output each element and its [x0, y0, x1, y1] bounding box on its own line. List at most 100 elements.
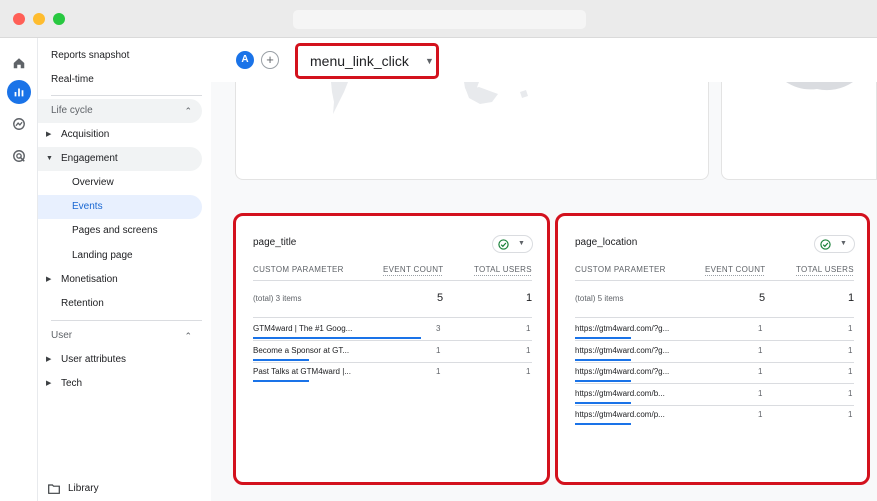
- share-bar: [253, 337, 421, 339]
- caret-right-icon: ▶: [46, 356, 52, 363]
- event-count-value: 3: [436, 324, 441, 333]
- sidebar-section-label: User: [51, 330, 73, 341]
- map-card: [235, 82, 709, 180]
- table-divider: [575, 317, 854, 318]
- total-users: 1: [848, 292, 855, 304]
- table-row[interactable]: Become a Sponsor at GT... 1 1: [253, 341, 532, 362]
- share-bar: [575, 337, 631, 339]
- total-event-count: 5: [759, 292, 766, 304]
- close-window-button[interactable]: [13, 13, 25, 25]
- maximize-window-button[interactable]: [53, 13, 65, 25]
- total-users-value: 1: [848, 388, 853, 398]
- column-header-parameter[interactable]: CUSTOM PARAMETER: [253, 265, 344, 274]
- column-header-event-count[interactable]: EVENT COUNT: [383, 265, 444, 274]
- sidebar-item-events[interactable]: Events: [38, 195, 202, 219]
- total-users-value: 1: [848, 410, 853, 419]
- table-divider: [253, 317, 532, 318]
- table-divider: [575, 280, 854, 281]
- sidebar-item-library[interactable]: Library: [48, 483, 99, 494]
- window-titlebar: [0, 0, 877, 38]
- table-divider: [253, 280, 532, 281]
- sidebar-item-monetisation[interactable]: ▶ Monetisation: [38, 268, 202, 292]
- table-row[interactable]: https://gtm4ward.com/?g... 1 1: [575, 362, 854, 383]
- sidebar-item-tech[interactable]: ▶ Tech: [38, 372, 202, 396]
- sidebar-item-reports-snapshot[interactable]: Reports snapshot: [38, 44, 202, 68]
- sidebar-item-label: Tech: [61, 378, 83, 389]
- parameter-value[interactable]: https://gtm4ward.com/?g...: [575, 324, 669, 333]
- sidebar-section-user[interactable]: User ⌃: [38, 324, 202, 348]
- table-row[interactable]: https://gtm4ward.com/?g... 1 1: [575, 341, 854, 362]
- column-header-parameter[interactable]: CUSTOM PARAMETER: [575, 265, 666, 274]
- world-map: [331, 82, 528, 114]
- sidebar-item-label: User attributes: [61, 354, 127, 365]
- total-users: 1: [526, 292, 533, 304]
- nav-rail: [0, 38, 38, 501]
- total-users-value: 1: [526, 324, 531, 333]
- check-circle-icon: [820, 239, 831, 250]
- dropdown-arrow-icon: ▼: [840, 240, 847, 247]
- event-count-value: 1: [758, 410, 763, 419]
- sidebar-section-label: Life cycle: [51, 105, 93, 116]
- sidebar-section-lifecycle[interactable]: Life cycle ⌃: [38, 99, 202, 123]
- add-comparison-button[interactable]: +: [261, 51, 279, 69]
- sidebar-item-label: Engagement: [61, 153, 118, 164]
- table-row[interactable]: GTM4ward | The #1 Goog... 3 1: [253, 319, 532, 340]
- chevron-up-icon: ⌃: [184, 106, 192, 116]
- reports-sidebar: Reports snapshot Real-time Life cycle ⌃ …: [38, 38, 211, 501]
- sidebar-item-landing-page[interactable]: Landing page: [38, 244, 202, 268]
- reports-icon[interactable]: [7, 80, 31, 104]
- sidebar-item-acquisition[interactable]: ▶ Acquisition: [38, 123, 202, 147]
- column-header-total-users[interactable]: TOTAL USERS: [474, 265, 532, 274]
- parameter-value[interactable]: Past Talks at GTM4ward |...: [253, 367, 351, 376]
- explore-icon[interactable]: [7, 112, 31, 136]
- parameter-value[interactable]: GTM4ward | The #1 Goog...: [253, 324, 352, 333]
- sidebar-item-label: Real-time: [51, 74, 94, 85]
- total-users-value: 1: [848, 367, 853, 376]
- compare-options-button[interactable]: ▼: [492, 235, 533, 253]
- home-icon[interactable]: [7, 51, 31, 75]
- card-title: page_title: [253, 237, 297, 248]
- parameter-value[interactable]: https://gtm4ward.com/b...: [575, 389, 665, 398]
- event-count-value: 1: [758, 388, 763, 398]
- minimize-window-button[interactable]: [33, 13, 45, 25]
- total-users-value: 1: [848, 345, 853, 355]
- parameter-value[interactable]: https://gtm4ward.com/p...: [575, 410, 665, 419]
- total-users-value: 1: [526, 367, 531, 376]
- sidebar-item-realtime[interactable]: Real-time: [38, 68, 202, 92]
- compare-options-button[interactable]: ▼: [814, 235, 855, 253]
- sidebar-item-engagement[interactable]: ▼ Engagement: [38, 147, 202, 171]
- table-row[interactable]: https://gtm4ward.com/?g... 1 1: [575, 319, 854, 340]
- event-name-dropdown[interactable]: menu_link_click ▼: [295, 43, 439, 79]
- address-bar[interactable]: [293, 10, 586, 29]
- sidebar-item-pages-and-screens[interactable]: Pages and screens: [38, 219, 202, 243]
- sidebar-item-user-attributes[interactable]: ▶ User attributes: [38, 348, 202, 372]
- total-row-label: (total) 3 items: [253, 294, 302, 303]
- avatar[interactable]: A: [236, 51, 254, 69]
- parameter-value[interactable]: https://gtm4ward.com/?g...: [575, 346, 669, 355]
- sidebar-item-label: Library: [68, 483, 99, 494]
- parameter-value[interactable]: https://gtm4ward.com/?g...: [575, 367, 669, 376]
- caret-right-icon: ▶: [46, 276, 52, 283]
- check-circle-icon: [498, 239, 509, 250]
- parameter-value[interactable]: Become a Sponsor at GT...: [253, 346, 349, 355]
- sidebar-item-overview[interactable]: Overview: [38, 171, 202, 195]
- advertising-icon[interactable]: [7, 144, 31, 168]
- page-location-card: page_location ▼ CUSTOM PARAMETER EVENT C…: [555, 213, 870, 485]
- dropdown-arrow-icon: ▼: [425, 56, 434, 66]
- sidebar-item-retention[interactable]: Retention: [38, 292, 202, 316]
- total-event-count: 5: [437, 292, 444, 304]
- share-bar: [253, 358, 309, 361]
- column-header-total-users[interactable]: TOTAL USERS: [796, 265, 854, 274]
- sidebar-item-label: Events: [72, 201, 103, 212]
- table-row[interactable]: Past Talks at GTM4ward |... 1 1: [253, 362, 532, 383]
- table-row[interactable]: https://gtm4ward.com/p... 1 1: [575, 405, 854, 426]
- donut-card: [721, 82, 877, 180]
- table-row[interactable]: https://gtm4ward.com/b... 1 1: [575, 384, 854, 405]
- column-header-event-count[interactable]: EVENT COUNT: [705, 265, 766, 274]
- share-bar: [575, 423, 631, 425]
- folder-icon: [48, 483, 60, 494]
- report-header: A + menu_link_click ▼: [211, 38, 877, 82]
- sidebar-divider: [51, 95, 202, 96]
- event-count-value: 1: [758, 345, 763, 355]
- event-count-value: 1: [758, 324, 763, 333]
